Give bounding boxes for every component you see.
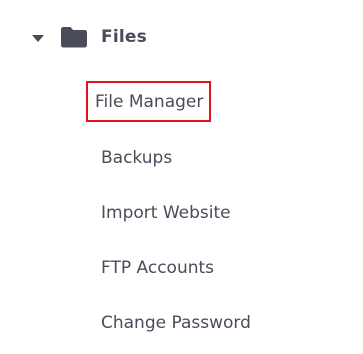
folder-icon: [61, 27, 87, 48]
menu-item-ftp-accounts[interactable]: FTP Accounts: [101, 257, 214, 279]
menu-item-import-website[interactable]: Import Website: [101, 202, 231, 224]
section-title: Files: [101, 27, 147, 47]
menu-item-file-manager[interactable]: File Manager: [85, 81, 212, 122]
caret-down-icon[interactable]: [32, 34, 44, 42]
menu-item-backups[interactable]: Backups: [101, 147, 172, 169]
menu-item-change-password[interactable]: Change Password: [101, 312, 251, 334]
files-section-header[interactable]: Files: [32, 24, 147, 50]
